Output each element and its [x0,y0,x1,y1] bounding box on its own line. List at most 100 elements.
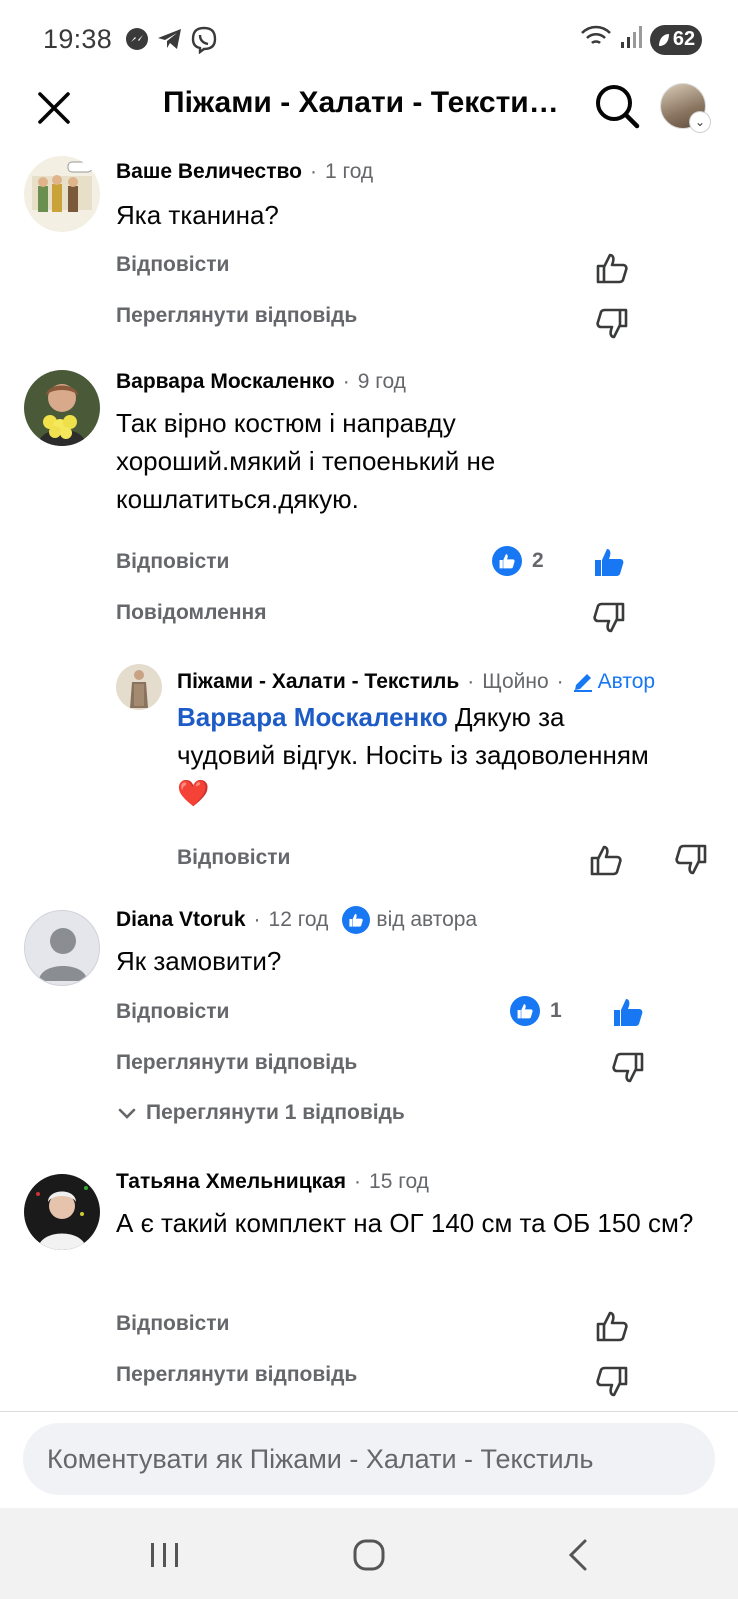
thumbs-up-filled-icon [595,549,624,576]
like-reaction-icon [492,546,522,576]
comment-text: Так вірно костюм і направду хороший.мяки… [116,408,496,514]
battery-level: 62 [672,28,696,50]
like-count: 1 [550,999,562,1022]
chevron-down-icon [118,1108,136,1119]
comment: Татьяна Хмельницкая · 15 год А є такий к… [0,1170,738,1404]
thumbs-down-outline-icon [675,844,707,875]
status-time: 19:38 [43,24,113,54]
page-title: Піжами - Халати - Текстиль [163,86,563,119]
comment-time[interactable]: 12 год [269,908,329,932]
mention-link[interactable]: Варвара Москаленко [177,702,448,732]
comment-text: Яка тканина? [116,200,279,230]
comment-time[interactable]: 9 год [358,370,406,394]
avatar[interactable] [24,370,100,446]
reply-button[interactable]: Відповісти [116,550,229,574]
dislike-button[interactable] [594,306,630,342]
thumbs-up-filled-icon [614,999,643,1026]
view-reply-link[interactable]: Переглянути відповідь [116,304,357,328]
system-navigation-bar [0,1508,738,1599]
reply-button[interactable]: Відповісти [116,1312,229,1336]
thumbs-down-outline-icon [612,1052,644,1083]
dislike-button[interactable] [591,600,627,636]
separator-dot: · [342,370,350,393]
chevron-down-icon[interactable]: ⌄ [690,112,710,132]
reply-author[interactable]: Піжами - Халати - Текстиль [177,670,459,694]
comment: Ваше Величество · 1 год Яка тканина? Від… [0,156,738,346]
close-icon [38,92,70,124]
default-avatar-icon [39,928,87,981]
home-button[interactable] [344,1530,394,1580]
dislike-button[interactable] [673,842,709,878]
composer-divider [0,1411,738,1412]
comment-author[interactable]: Ваше Величество [116,160,302,184]
like-button[interactable] [610,994,646,1030]
separator-dot: · [253,908,261,931]
like-reaction-icon [510,996,540,1026]
back-icon [568,1539,587,1571]
comment-time[interactable]: 1 год [325,160,373,184]
search-icon [596,85,640,129]
search-button[interactable] [592,81,642,131]
like-button[interactable] [588,842,624,878]
like-count: 2 [532,549,544,572]
message-link[interactable]: Повідомлення [116,601,266,625]
reply-time[interactable]: Щойно [482,670,548,694]
avatar[interactable] [24,156,100,232]
comment-text: А є такий комплект на ОГ 140 см та ОБ 15… [116,1208,694,1238]
thumbs-down-outline-icon [593,602,625,633]
viber-icon [190,26,218,59]
comment-time[interactable]: 15 год [369,1170,429,1194]
like-reaction-icon [342,906,371,934]
like-button[interactable] [591,544,627,580]
reply-comment: Піжами - Халати - Текстиль · Щойно · Авт… [0,660,738,880]
reply-button[interactable]: Відповісти [177,846,290,870]
view-reply-link[interactable]: Переглянути відповідь [116,1363,357,1387]
close-button[interactable] [30,84,78,132]
comment-meta: Diana Vtoruk · 12 год від автора [116,906,477,934]
separator-dot: · [309,160,317,183]
comment-text: Як замовити? [116,946,282,976]
comment-author[interactable]: Татьяна Хмельницкая [116,1170,346,1194]
thumbs-up-outline-icon [596,253,628,284]
view-replies-label: Переглянути 1 відповідь [146,1101,405,1124]
avatar[interactable] [24,910,100,986]
comment-input[interactable]: Коментувати як Піжами - Халати - Текстил… [23,1423,715,1495]
view-replies-toggle[interactable]: Переглянути 1 відповідь [116,1101,405,1125]
comment-meta: Ваше Величество · 1 год [116,160,373,184]
like-button[interactable] [594,1308,630,1344]
comment-input-placeholder: Коментувати як Піжами - Халати - Текстил… [47,1443,594,1474]
separator-dot: · [556,670,564,693]
thumbs-down-outline-icon [596,1366,628,1397]
separator-dot: · [354,1170,362,1193]
thumbs-up-outline-icon [590,845,622,876]
pencil-icon [573,674,592,692]
comment-meta: Татьяна Хмельницкая · 15 год [116,1170,429,1194]
reply-button[interactable]: Відповісти [116,1000,229,1024]
avatar[interactable] [116,664,162,710]
reaction-summary[interactable]: 2 [492,546,544,576]
recent-apps-button[interactable] [140,1530,190,1580]
avatar[interactable] [24,1174,100,1250]
like-button[interactable] [594,250,630,286]
author-tag: Автор [572,670,655,694]
thumbs-up-outline-icon [596,1311,628,1342]
view-reply-link[interactable]: Переглянути відповідь [116,1051,357,1075]
comment: Варвара Москаленко · 9 год Так вірно кос… [0,370,738,633]
author-tag-label: Автор [597,670,656,693]
dislike-button[interactable] [610,1050,646,1086]
separator-dot: · [467,670,475,693]
comment-author[interactable]: Diana Vtoruk [116,908,246,932]
dislike-button[interactable] [594,1364,630,1400]
status-bar: 19:38 62 [0,0,738,78]
reply-button[interactable]: Відповісти [116,253,229,277]
battery-indicator: 62 [650,24,702,55]
comment-author[interactable]: Варвара Москаленко [116,370,335,394]
badge-label: від автора [376,908,478,931]
heart-emoji: ❤️ [177,778,210,808]
reaction-summary[interactable]: 1 [510,996,562,1026]
comment: Diana Vtoruk · 12 год від автора Як замо… [0,906,738,1146]
reply-meta: Піжами - Халати - Текстиль · Щойно · Авт… [177,670,655,694]
recent-apps-icon [151,1543,178,1567]
back-button[interactable] [553,1530,603,1580]
comment-meta: Варвара Москаленко · 9 год [116,370,406,394]
